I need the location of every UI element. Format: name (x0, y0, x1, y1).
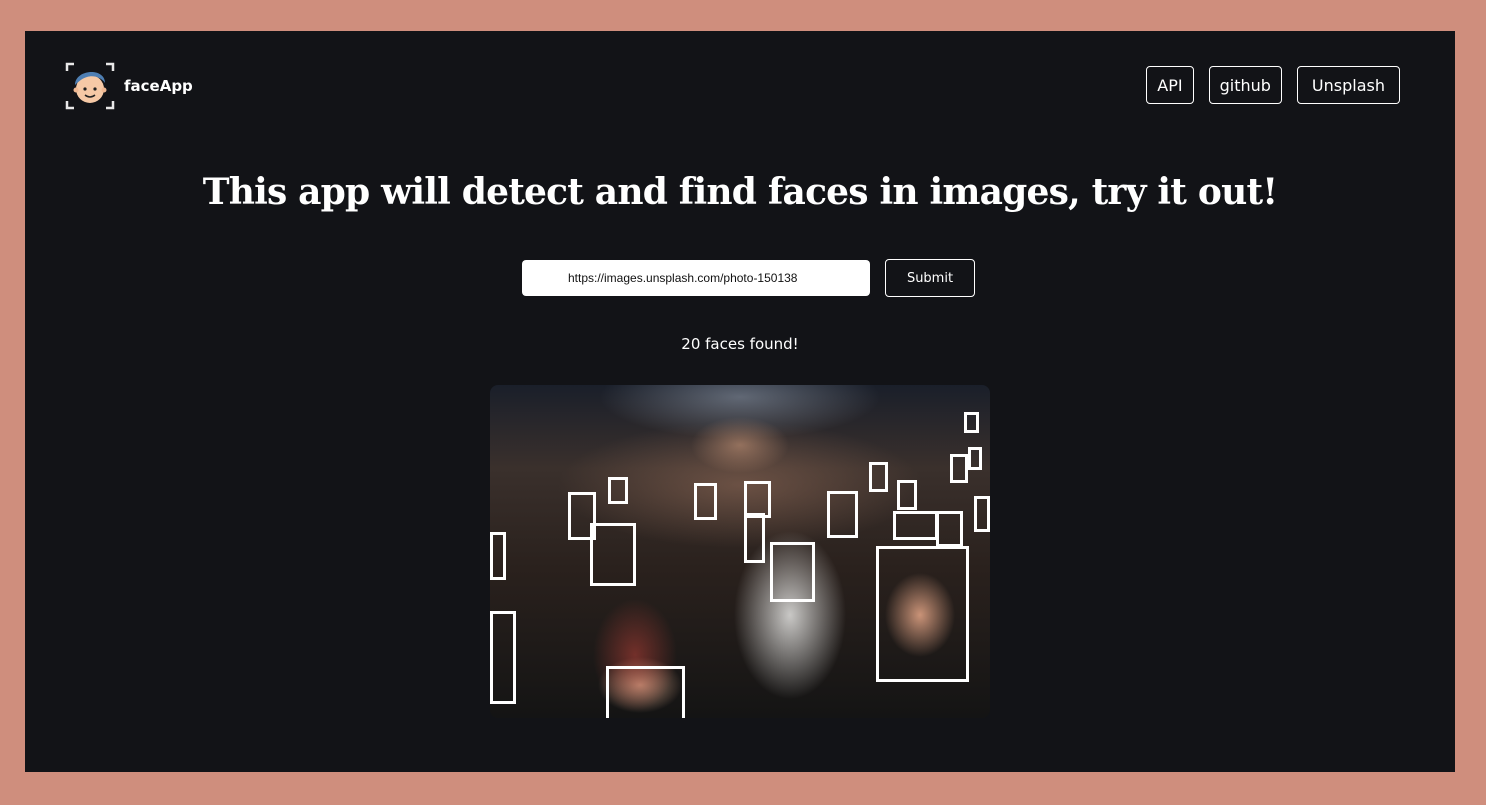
brand[interactable]: faceApp (65, 61, 193, 111)
face-box (744, 513, 765, 563)
face-box (936, 511, 963, 547)
face-box (869, 462, 888, 492)
top-nav: API github Unsplash (1146, 66, 1400, 104)
face-box (827, 491, 858, 538)
page-title: This app will detect and find faces in i… (202, 171, 1278, 213)
face-box (694, 483, 717, 520)
face-box (590, 523, 636, 586)
face-box (490, 611, 516, 704)
app-window: faceApp API github Unsplash This app wil… (25, 31, 1455, 772)
result-image (490, 385, 990, 718)
face-box (897, 480, 917, 510)
face-box (606, 666, 685, 718)
face-box (876, 546, 969, 682)
face-box (964, 412, 979, 433)
nav-unsplash-button[interactable]: Unsplash (1296, 66, 1400, 104)
brand-name: faceApp (124, 77, 193, 95)
image-url-input[interactable] (522, 260, 870, 296)
face-box (968, 447, 982, 470)
nav-github-button[interactable]: github (1208, 66, 1282, 104)
face-box (770, 542, 815, 602)
face-box (950, 454, 968, 483)
face-box (974, 496, 990, 532)
face-scan-icon (65, 61, 115, 111)
face-box (608, 477, 628, 504)
face-box (490, 532, 506, 580)
submit-button[interactable]: Submit (885, 259, 975, 297)
faces-count-text: 20 faces found! (681, 335, 799, 353)
nav-api-button[interactable]: API (1146, 66, 1194, 104)
url-form: Submit (522, 259, 975, 297)
face-box (893, 511, 938, 540)
